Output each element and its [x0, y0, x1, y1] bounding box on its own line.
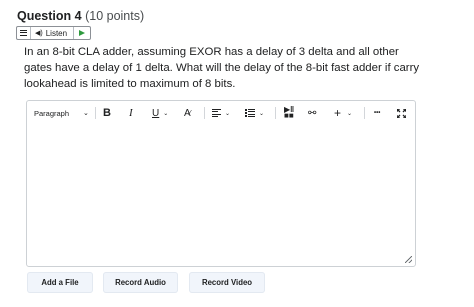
- insert-stuff-button[interactable]: ▶︎‖ ■■: [284, 105, 294, 121]
- italic-button[interactable]: I: [129, 105, 133, 121]
- list-icon: [245, 109, 255, 117]
- chevron-down-icon: ⌄: [347, 110, 353, 117]
- toolbar-divider: [95, 107, 96, 119]
- insert-stuff-icon: ▶︎‖ ■■: [284, 105, 295, 120]
- format-select-label: Paragraph: [34, 108, 70, 118]
- toolbar-divider: [275, 107, 276, 119]
- toolbar-divider: [204, 107, 205, 119]
- more-button[interactable]: •••: [374, 105, 380, 121]
- plus-icon: +: [334, 106, 342, 120]
- menu-icon: [20, 30, 27, 36]
- fullscreen-button[interactable]: [397, 105, 406, 121]
- link-button[interactable]: ⚯: [308, 105, 316, 121]
- question-title: Question 4 (10 points): [17, 9, 144, 23]
- bold-button[interactable]: B: [103, 105, 111, 121]
- listen-label: Listen: [45, 28, 68, 38]
- add-file-button[interactable]: Add a File: [27, 272, 93, 293]
- format-select[interactable]: Paragraph ⌄: [34, 105, 89, 121]
- link-icon: ⚯: [308, 107, 317, 119]
- chevron-down-icon: ⌄: [163, 110, 169, 117]
- listen-menu-button[interactable]: [17, 27, 31, 39]
- answer-editor[interactable]: Paragraph ⌄ B I U ⌄ A ⁄ ⌄ ⌄ ▶︎‖ ■■ ⚯ + ⌄…: [26, 100, 416, 267]
- align-button[interactable]: ⌄: [212, 105, 230, 121]
- list-button[interactable]: ⌄: [245, 105, 264, 121]
- underline-label: U: [152, 107, 160, 119]
- listen-bar: ◀) Listen: [16, 26, 92, 40]
- fullscreen-icon: [397, 108, 406, 118]
- record-video-button[interactable]: Record Video: [189, 272, 265, 293]
- insert-button[interactable]: + ⌄: [334, 105, 352, 121]
- more-icon: •••: [374, 110, 381, 116]
- underline-button[interactable]: U ⌄: [152, 105, 168, 121]
- chevron-down-icon: ⌄: [83, 110, 89, 117]
- question-points: (10 points): [85, 9, 145, 23]
- play-icon: [79, 30, 86, 36]
- editor-toolbar: Paragraph ⌄ B I U ⌄ A ⁄ ⌄ ⌄ ▶︎‖ ■■ ⚯ + ⌄…: [27, 101, 415, 125]
- align-icon: [212, 109, 221, 117]
- question-text: In an 8-bit CLA adder, assuming EXOR has…: [24, 46, 420, 90]
- chevron-down-icon: ⌄: [259, 110, 265, 117]
- record-audio-button[interactable]: Record Audio: [103, 272, 178, 293]
- editor-content[interactable]: [35, 129, 407, 252]
- resize-handle[interactable]: [405, 256, 412, 263]
- chevron-down-icon: ⌄: [225, 110, 231, 117]
- speaker-icon: ◀): [35, 30, 43, 37]
- listen-button[interactable]: ◀) Listen: [31, 27, 75, 39]
- play-button[interactable]: [74, 27, 90, 39]
- toolbar-divider: [364, 107, 365, 119]
- question-number: Question 4: [17, 9, 82, 23]
- font-button[interactable]: A ⁄: [184, 105, 191, 121]
